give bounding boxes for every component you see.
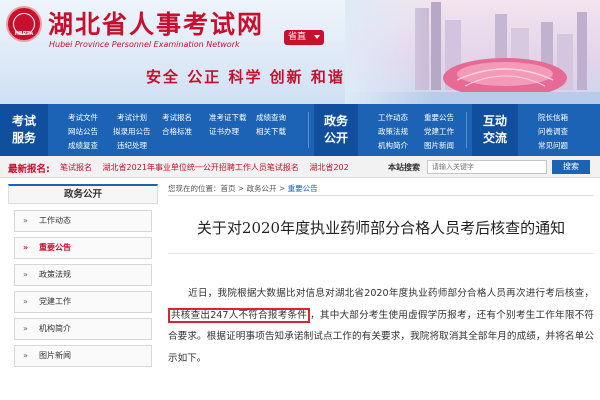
double-chevron-right-icon: » xyxy=(23,351,28,360)
breadcrumb-separator: > xyxy=(276,184,288,193)
nav-link-photo-news[interactable]: 图片新闻 xyxy=(424,140,454,151)
article-title: 关于对2020年度执业药师部分合格人员考后核查的通知 xyxy=(196,219,566,237)
nav-link-work-news[interactable]: 工作动态 xyxy=(378,112,408,123)
nav-link-exam-files[interactable]: 考试文件 xyxy=(68,112,98,123)
breadcrumb: 您现在的位置：首页 > 政务公开 > 重要公告 xyxy=(168,183,318,194)
nav-interaction[interactable]: 互动交流 xyxy=(472,104,518,156)
article-text-before: 近日，我院根据大数据比对信息对湖北省2020年度执业药师部分合格人员再次进行考后… xyxy=(188,288,594,299)
city-skyline-image xyxy=(345,0,600,104)
breadcrumb-separator: > xyxy=(235,184,247,193)
nav-exam-service-label: 考试服务 xyxy=(11,114,36,145)
breadcrumb-divider xyxy=(168,195,594,196)
nav-link-exam-register[interactable]: 考试报名 xyxy=(162,112,192,123)
search-label: 本站搜索 xyxy=(388,163,420,172)
sidebar-item-policies[interactable]: » 政策法规 xyxy=(14,264,152,286)
nav-gov-affairs[interactable]: 政务公开 xyxy=(314,104,358,156)
sidebar-item-label: 工作动态 xyxy=(39,216,71,225)
breadcrumb-section[interactable]: 政务公开 xyxy=(247,184,277,193)
logo-text: HBPTA xyxy=(14,31,34,37)
sidebar-item-label: 图片新闻 xyxy=(39,351,71,360)
breadcrumb-home[interactable]: 首页 xyxy=(221,184,236,193)
title-divider xyxy=(168,253,594,254)
search-input[interactable] xyxy=(427,160,547,174)
nav-link-site-notices[interactable]: 网站公告 xyxy=(68,126,98,137)
double-chevron-right-icon: » xyxy=(23,270,28,279)
sidebar-item-party-building[interactable]: » 党建工作 xyxy=(14,291,152,313)
sidebar-item-label: 政策法规 xyxy=(39,270,71,279)
registration-marquee: 笔试报名 湖北省2021年事业单位统一公开招聘工作人员笔试报名 湖北省202 xyxy=(60,162,378,174)
nav-link-important[interactable]: 重要公告 xyxy=(424,112,454,123)
double-chevron-right-icon: » xyxy=(23,243,29,252)
marquee-item[interactable]: 湖北省2021年事业单位统一公开招聘工作人员笔试报名 xyxy=(103,163,299,172)
region-select-button[interactable]: 省直 xyxy=(284,30,324,45)
nav-link-score-query[interactable]: 成绩查询 xyxy=(256,112,286,123)
nav-link-exam-plan[interactable]: 考试计划 xyxy=(117,112,147,123)
nav-link-certificate[interactable]: 证书办理 xyxy=(209,126,239,137)
sidebar-item-label: 重要公告 xyxy=(39,243,71,252)
nav-link-admission-card[interactable]: 准考证下载 xyxy=(209,112,247,123)
double-chevron-right-icon: » xyxy=(23,216,28,225)
region-select-label: 省直 xyxy=(288,32,307,42)
sidebar-item-important[interactable]: » 重要公告 xyxy=(14,237,152,259)
search-button[interactable]: 搜索 xyxy=(552,160,590,174)
double-chevron-right-icon: » xyxy=(23,324,28,333)
marquee-item[interactable]: 笔试报名 xyxy=(60,163,92,172)
sidebar-item-photo-news[interactable]: » 图片新闻 xyxy=(14,345,152,367)
double-chevron-right-icon: » xyxy=(23,297,28,306)
nav-link-policies[interactable]: 政策法规 xyxy=(378,126,408,137)
nav-exam-service[interactable]: 考试服务 xyxy=(0,104,48,156)
nav-interaction-label: 互动交流 xyxy=(482,114,507,145)
site-header: HBPTA 湖北省人事考试网 Hubei Province Personnel … xyxy=(0,0,600,104)
nav-divider xyxy=(308,112,309,148)
sidebar-item-label: 机构简介 xyxy=(39,324,71,333)
breadcrumb-prefix: 您现在的位置： xyxy=(168,184,221,193)
nav-link-downloads[interactable]: 相关下载 xyxy=(256,126,286,137)
nav-link-hiring-notices[interactable]: 拟录用公告 xyxy=(113,126,151,137)
nav-link-violations[interactable]: 违纪处理 xyxy=(117,140,147,151)
nav-link-score-review[interactable]: 成绩复查 xyxy=(68,140,98,151)
sidebar-item-org-intro[interactable]: » 机构简介 xyxy=(14,318,152,340)
main-nav: 考试服务 考试文件 考试计划 考试报名 准考证下载 成绩查询 网站公告 拟录用公… xyxy=(0,104,600,156)
nav-link-director-mailbox[interactable]: 院长信箱 xyxy=(538,112,568,123)
site-subtitle: Hubei Province Personnel Examination Net… xyxy=(49,40,240,49)
nav-gov-affairs-label: 政务公开 xyxy=(323,114,348,145)
nav-divider xyxy=(466,112,467,148)
site-title[interactable]: 湖北省人事考试网 xyxy=(48,5,264,41)
chevron-down-icon xyxy=(314,35,320,39)
article-body: 近日，我院根据大数据比对信息对湖北省2020年度执业药师部分合格人员再次进行考后… xyxy=(168,283,594,369)
marquee-item[interactable]: 湖北省202 xyxy=(309,163,348,172)
nav-link-party-building[interactable]: 党建工作 xyxy=(424,126,454,137)
breadcrumb-current[interactable]: 重要公告 xyxy=(288,184,318,193)
nav-link-pass-standard[interactable]: 合格标准 xyxy=(162,126,192,137)
highlighted-phrase: 共核查出247人不符合报考条件 xyxy=(168,307,311,323)
sidebar-item-label: 党建工作 xyxy=(39,297,71,306)
sidebar-item-work-news[interactable]: » 工作动态 xyxy=(14,210,152,232)
sidebar-title: 政务公开 xyxy=(8,184,158,204)
latest-registration-label: 最新报名: xyxy=(8,164,50,175)
sidebar: 政务公开 » 工作动态 » 重要公告 » 政策法规 » 党建工作 » 机构简介 … xyxy=(8,184,158,400)
nav-link-survey[interactable]: 问卷调查 xyxy=(538,126,568,137)
latest-registration-bar: 最新报名: 笔试报名 湖北省2021年事业单位统一公开招聘工作人员笔试报名 湖北… xyxy=(0,156,600,178)
nav-link-org-intro[interactable]: 机构简介 xyxy=(378,140,408,151)
site-logo[interactable]: HBPTA xyxy=(6,6,42,42)
nav-link-faq[interactable]: 常见问题 xyxy=(538,140,568,151)
